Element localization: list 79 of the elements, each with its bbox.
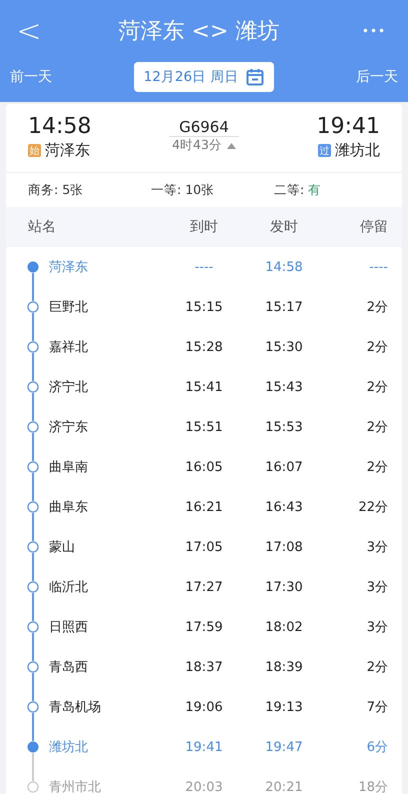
arrival-cell-text: 15:28	[184, 340, 224, 354]
departure-cell-text: 16:07	[264, 460, 304, 474]
departure-cell-text: 18:39	[264, 660, 304, 674]
departure-cell-text: 17:30	[264, 580, 304, 594]
departure-cell-text: 14:58	[264, 260, 304, 274]
start-badge: 始	[28, 144, 41, 157]
arrival-cell-text: 18:37	[184, 660, 224, 674]
arrival-station: 潍坊北	[335, 141, 380, 160]
departure-time: 14:58	[28, 114, 92, 139]
column-header: 停留	[359, 218, 388, 236]
caret-icon	[226, 142, 236, 148]
stop-duration-cell-text: 2分	[366, 659, 388, 676]
arrival-cell-text: ----	[194, 260, 214, 274]
arrival-cell-text: 15:41	[184, 380, 224, 394]
departure-cell-text: 19:47	[264, 740, 304, 754]
departure-cell-text: 18:02	[264, 620, 304, 634]
station-name: 嘉祥北	[49, 339, 88, 356]
station-name: 曲阜东	[49, 499, 88, 516]
arrival-cell-text: 19:41	[184, 740, 224, 754]
departure-cell-text: 15:17	[264, 300, 304, 314]
column-header: 发时	[269, 218, 299, 236]
station-name: 巨野北	[49, 299, 88, 316]
stop-duration-cell-text: 2分	[366, 419, 388, 436]
column-header: 站名	[27, 218, 57, 236]
stop-duration-cell-text: 3分	[366, 579, 388, 596]
stop-duration-cell-text: 2分	[366, 379, 388, 396]
station-name: 青岛机场	[49, 699, 101, 716]
stop-duration-cell-text: ----	[368, 260, 388, 274]
stop-duration-cell-text: 6分	[366, 739, 388, 756]
departure-cell-text: 19:13	[264, 700, 304, 714]
arrival-cell-text: 16:05	[184, 460, 224, 474]
arrival-cell-text: 17:27	[184, 580, 224, 594]
stop-duration-cell-text: 2分	[366, 339, 388, 356]
date-picker[interactable]: 12月26日 周日	[134, 62, 274, 92]
station-name: 济宁北	[49, 379, 88, 396]
departure-cell-text: 15:43	[264, 380, 304, 394]
stop-duration-cell-text: 7分	[366, 699, 388, 716]
calendar-icon	[246, 68, 264, 86]
station-name: 菏泽东	[49, 259, 88, 276]
station-name: 蒙山	[49, 539, 75, 556]
station-name: 青岛西	[49, 659, 88, 676]
previous-day-button[interactable]: 前一天	[10, 68, 52, 86]
departure-cell-text: 16:43	[264, 500, 304, 514]
train-number: G6964	[169, 114, 239, 137]
station-name: 潍坊北	[49, 739, 88, 756]
page-title: 菏泽东 <> 潍坊	[118, 18, 280, 46]
arrival-cell-text: 15:15	[184, 300, 224, 314]
station-name: 临沂北	[49, 579, 88, 596]
stop-duration-cell-text: 3分	[366, 539, 388, 556]
seat-availability: 一等: 10张	[151, 182, 216, 198]
arrival-cell-text: 16:21	[184, 500, 224, 514]
arrival-cell-text: 15:51	[184, 420, 224, 434]
departure-cell-text: 20:21	[264, 780, 304, 794]
back-button[interactable]: <	[14, 14, 44, 48]
pass-badge: 过	[318, 144, 331, 157]
column-header: 到时	[189, 218, 219, 236]
departure-cell-text: 17:08	[264, 540, 304, 554]
seat-availability: 商务: 5张	[28, 182, 84, 198]
departure-station: 菏泽东	[45, 141, 90, 160]
departure-cell-text: 15:53	[264, 420, 304, 434]
stop-duration-cell-text: 3分	[366, 619, 388, 636]
seat-availability: 二等: 有	[274, 182, 322, 198]
next-day-button[interactable]: 后一天	[356, 68, 398, 86]
station-name: 曲阜南	[49, 459, 88, 476]
station-name: 日照西	[49, 619, 88, 636]
station-name: 青州市北	[49, 779, 101, 794]
arrival-cell-text: 19:06	[184, 700, 224, 714]
arrival-time: 19:41	[316, 114, 380, 139]
station-name: 济宁东	[49, 419, 88, 436]
arrival-cell-text: 17:05	[184, 540, 224, 554]
more-button[interactable]: •••	[354, 24, 394, 38]
arrival-cell-text: 17:59	[184, 620, 224, 634]
departure-cell-text: 15:30	[264, 340, 304, 354]
arrival-cell-text: 20:03	[184, 780, 224, 794]
stop-duration-cell-text: 22分	[357, 499, 388, 516]
stop-duration-cell-text: 2分	[366, 459, 388, 476]
stop-duration-cell-text: 18分	[357, 779, 388, 794]
duration-toggle[interactable]: 4时43分	[172, 137, 236, 154]
stop-duration-cell-text: 2分	[366, 299, 388, 316]
